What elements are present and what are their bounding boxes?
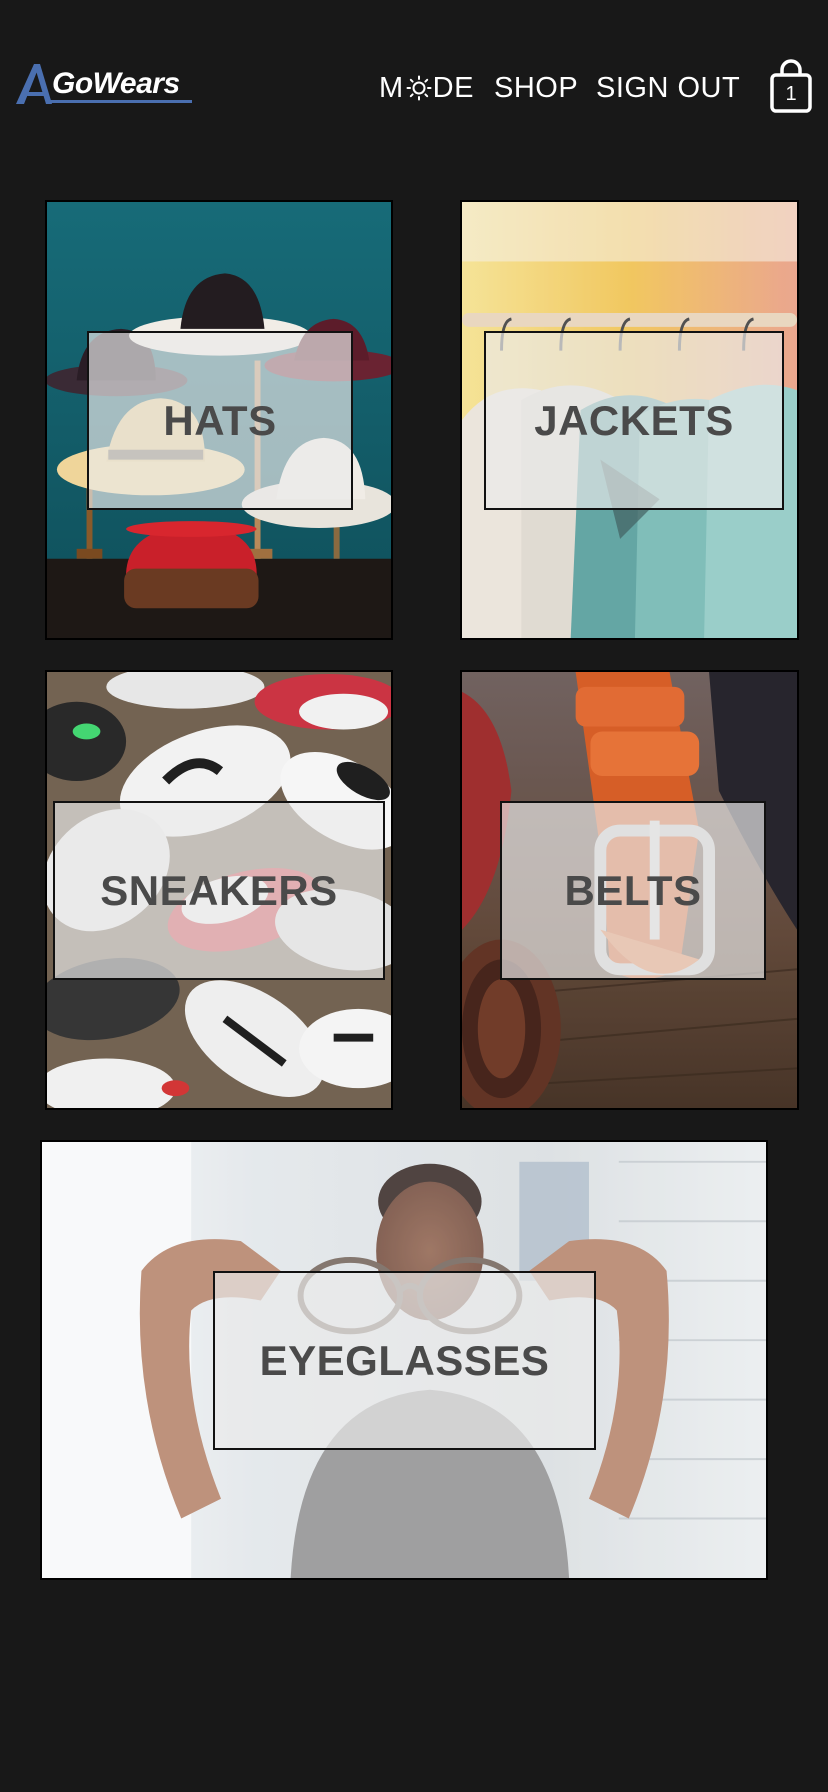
mode-label-suffix: DE bbox=[432, 72, 474, 104]
category-label-box: EYEGLASSES bbox=[213, 1271, 596, 1450]
brand-name: GoWears bbox=[52, 67, 180, 100]
category-label-box: JACKETS bbox=[484, 331, 784, 510]
nav-shop-link[interactable]: SHOP bbox=[494, 64, 578, 112]
mode-label-prefix: M bbox=[379, 72, 404, 104]
category-tile-hats[interactable]: HATS bbox=[45, 200, 393, 640]
brand-logo[interactable]: GoWears bbox=[16, 62, 194, 106]
category-tile-belts[interactable]: BELTS bbox=[460, 670, 799, 1110]
category-label-belts: BELTS bbox=[564, 866, 702, 914]
category-tile-jackets[interactable]: JACKETS bbox=[460, 200, 799, 640]
logo-underline bbox=[50, 100, 192, 103]
category-tile-sneakers[interactable]: SNEAKERS bbox=[45, 670, 393, 1110]
nav-signout-link[interactable]: SIGN OUT bbox=[596, 64, 740, 112]
sun-icon bbox=[406, 75, 432, 101]
category-label-eyeglasses: EYEGLASSES bbox=[259, 1336, 550, 1384]
category-label-sneakers: SNEAKERS bbox=[100, 866, 338, 914]
cart-count-badge: 1 bbox=[785, 83, 797, 105]
mode-toggle[interactable]: M DE bbox=[379, 64, 474, 112]
category-label-jackets: JACKETS bbox=[534, 396, 734, 444]
category-label-box: HATS bbox=[87, 331, 353, 510]
cart-button[interactable]: 1 bbox=[768, 58, 814, 114]
category-label-box: BELTS bbox=[500, 801, 766, 980]
category-tile-eyeglasses[interactable]: EYEGLASSES bbox=[40, 1140, 768, 1580]
category-label-box: SNEAKERS bbox=[53, 801, 385, 980]
category-label-hats: HATS bbox=[163, 396, 277, 444]
site-header: GoWears M DE SHOP SIGN OUT 1 bbox=[0, 0, 828, 175]
